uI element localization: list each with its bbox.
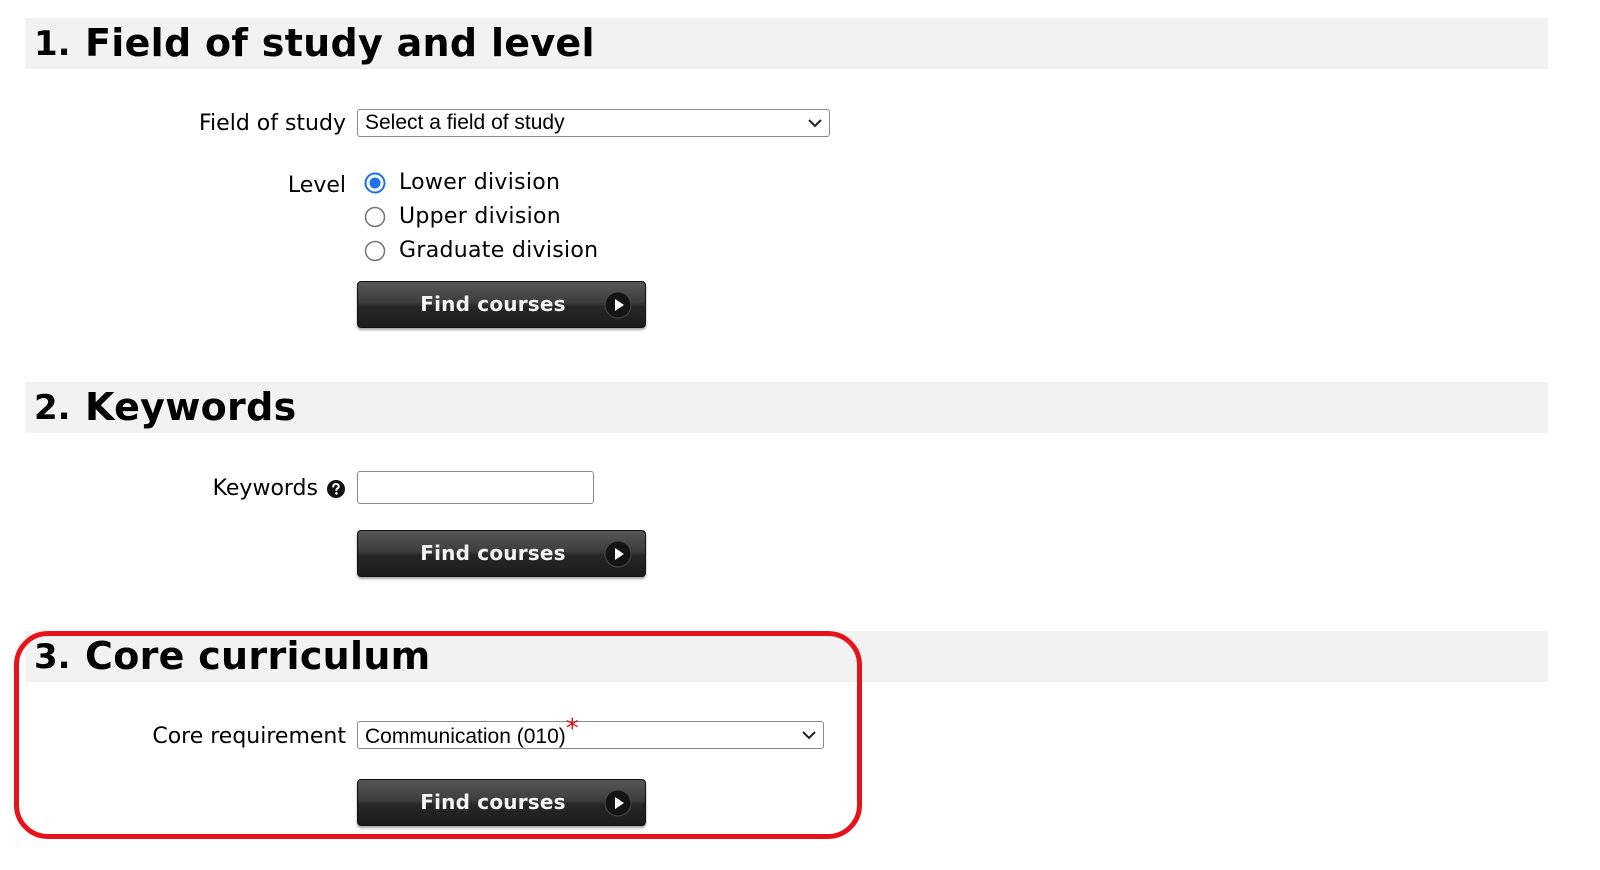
radio-label: Graduate division xyxy=(399,238,599,263)
section-number: 2. xyxy=(34,388,71,428)
section-title: Keywords xyxy=(85,385,297,429)
find-courses-button-field[interactable]: Find courses xyxy=(357,281,646,328)
section-title: Core curriculum xyxy=(85,634,431,678)
section-title: Field of study and level xyxy=(85,21,595,65)
core-requirement-label: Core requirement xyxy=(152,724,346,749)
keywords-input[interactable] xyxy=(357,471,594,504)
play-arrow-icon xyxy=(604,540,632,568)
radio-label: Lower division xyxy=(399,170,561,195)
section-header-field-of-study: 1. Field of study and level xyxy=(25,18,1548,69)
section-header-keywords: 2. Keywords xyxy=(25,382,1548,433)
radio-selected-icon[interactable] xyxy=(364,172,386,194)
section-number: 1. xyxy=(34,24,71,64)
field-of-study-label: Field of study xyxy=(199,111,346,136)
section-number: 3. xyxy=(34,637,71,677)
find-courses-button-keywords[interactable]: Find courses xyxy=(357,530,646,577)
button-label: Find courses xyxy=(420,790,566,814)
play-arrow-icon xyxy=(604,291,632,319)
button-label: Find courses xyxy=(420,292,566,316)
core-requirement-select-value: Communication (010) xyxy=(365,725,566,748)
required-asterisk: * xyxy=(565,714,579,744)
level-label: Level xyxy=(287,173,346,198)
chevron-down-icon xyxy=(808,119,822,128)
button-label: Find courses xyxy=(420,541,566,565)
chevron-down-icon xyxy=(802,731,816,740)
keywords-label: Keywords xyxy=(212,476,318,501)
play-arrow-icon xyxy=(604,789,632,817)
section-header-core-curriculum: 3. Core curriculum xyxy=(25,631,1548,682)
radio-unselected-icon[interactable] xyxy=(364,240,386,262)
field-of-study-select[interactable]: Select a field of study xyxy=(357,109,830,137)
radio-unselected-icon[interactable] xyxy=(364,206,386,228)
radio-label: Upper division xyxy=(399,204,561,229)
core-requirement-select[interactable]: Communication (010)* xyxy=(357,716,824,749)
field-of-study-select-value: Select a field of study xyxy=(365,111,565,134)
help-icon[interactable] xyxy=(326,479,346,499)
find-courses-button-core[interactable]: Find courses xyxy=(357,779,646,826)
